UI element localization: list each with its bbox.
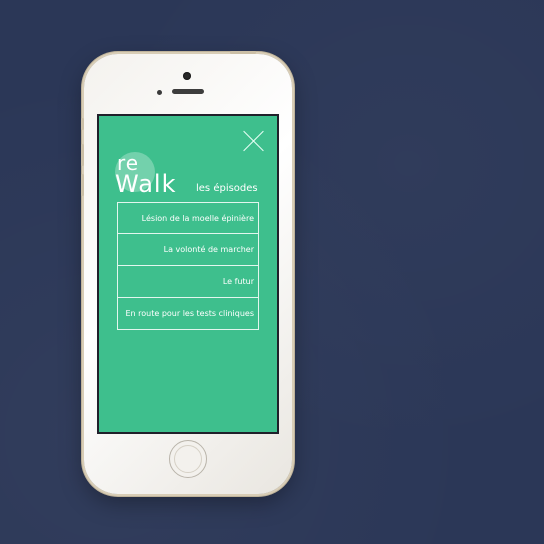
power-button — [230, 51, 256, 54]
episode-list: Lésion de la moelle épinière La volonté … — [117, 202, 259, 330]
earpiece-speaker — [172, 89, 204, 94]
episode-item-volonte[interactable]: La volonté de marcher — [117, 234, 259, 266]
mute-switch — [81, 118, 84, 130]
proximity-sensor — [157, 90, 162, 95]
episode-item-moelle[interactable]: Lésion de la moelle épinière — [117, 202, 259, 234]
episode-item-futur[interactable]: Le futur — [117, 266, 259, 298]
phone-screen: re Walk les épisodes Lésion de la moelle… — [97, 114, 279, 434]
close-icon[interactable] — [243, 130, 265, 152]
home-button[interactable] — [169, 440, 207, 478]
volume-down-button — [81, 174, 84, 196]
front-camera — [183, 72, 191, 80]
episode-item-tests[interactable]: En route pour les tests cliniques — [117, 298, 259, 330]
volume-up-button — [81, 144, 84, 166]
menu-overlay: re Walk les épisodes Lésion de la moelle… — [99, 116, 277, 432]
episodes-title: les épisodes — [196, 183, 258, 194]
phone-mockup: re Walk les épisodes Lésion de la moelle… — [81, 51, 292, 494]
logo-text-walk: Walk — [115, 170, 177, 198]
